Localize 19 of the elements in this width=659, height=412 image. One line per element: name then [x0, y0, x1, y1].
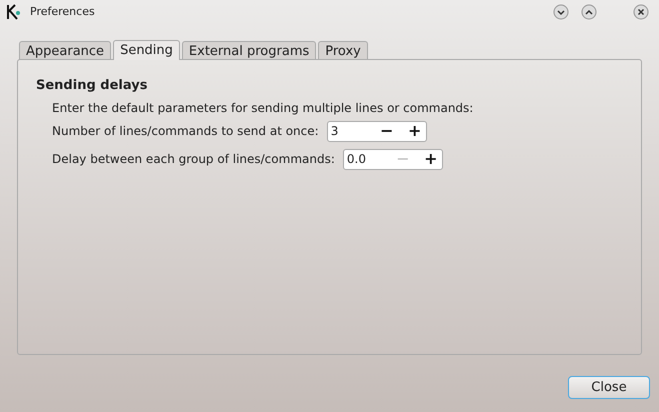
field-label: Number of lines/commands to send at once:	[52, 123, 319, 140]
close-icon[interactable]	[633, 4, 649, 20]
description-text: Enter the default parameters for sending multiple lines or commands:	[52, 100, 474, 116]
field-label: Delay between each group of lines/commands:	[52, 151, 335, 168]
tab[interactable]: External programs	[182, 41, 316, 60]
increment-button[interactable]: +	[408, 123, 422, 139]
decrement-button[interactable]: −	[380, 123, 394, 139]
tab[interactable]: Appearance	[19, 41, 112, 60]
minimize-icon[interactable]	[553, 4, 569, 20]
app-logo-icon	[6, 4, 22, 20]
close-button[interactable]: Close	[568, 376, 650, 399]
section-heading: Sending delays	[36, 77, 148, 95]
spin-box[interactable]: 3 − +	[326, 120, 427, 142]
tab[interactable]: Sending	[113, 40, 180, 60]
increment-button[interactable]: +	[424, 151, 438, 167]
tab[interactable]: Proxy	[318, 41, 368, 60]
maximize-icon[interactable]	[581, 4, 597, 20]
spin-box[interactable]: 0.0 − +	[342, 148, 443, 170]
window-title: Preferences	[30, 4, 95, 20]
